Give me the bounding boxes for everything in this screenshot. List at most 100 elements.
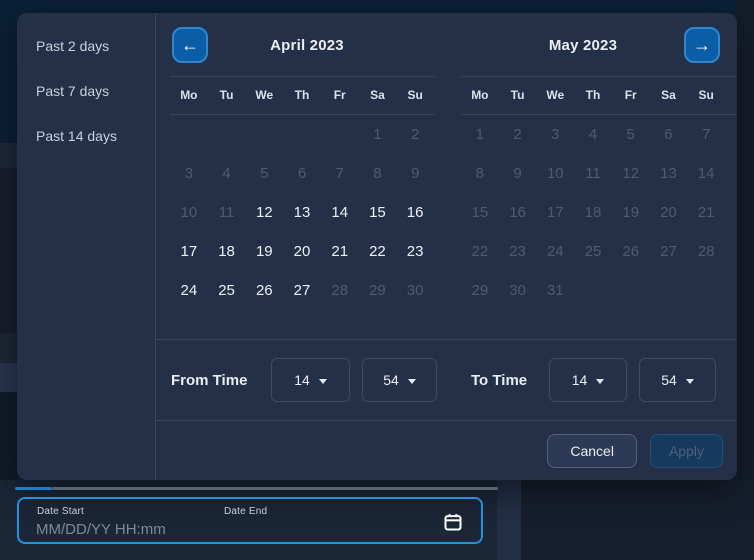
chevron-down-icon [596, 378, 605, 384]
weekday-label: Su [407, 88, 423, 102]
day-april-24[interactable]: 24 [170, 271, 208, 310]
day-may-16: 16 [509, 204, 526, 221]
day-april-19[interactable]: 19 [245, 232, 283, 271]
weekday-label: Th [294, 88, 310, 102]
day-april-9: 9 [410, 165, 420, 182]
day-may-13: 13 [660, 165, 677, 182]
page-right-margin [737, 0, 754, 480]
day-april-21[interactable]: 21 [321, 232, 359, 271]
weekday-label: Tu [510, 88, 525, 102]
preset-list: Past 2 days Past 7 days Past 14 days [17, 13, 156, 480]
day-may-17: 17 [546, 204, 564, 221]
day-april-17[interactable]: 17 [170, 232, 208, 271]
day-may-26: 26 [622, 243, 640, 260]
apply-button[interactable]: Apply [649, 433, 723, 468]
day-april-28: 28 [331, 282, 349, 299]
weekday-label: We [255, 88, 274, 102]
day-april-13[interactable]: 13 [283, 193, 321, 232]
day-may-23: 23 [509, 243, 526, 260]
date-start-input[interactable] [36, 519, 216, 539]
day-may-18: 18 [584, 204, 602, 221]
day-may-11: 11 [585, 165, 601, 182]
day-april-5: 5 [260, 165, 269, 182]
cancel-button[interactable]: Cancel [547, 433, 637, 468]
weekday-label: Fr [624, 88, 637, 102]
day-may-24: 24 [546, 243, 564, 260]
time-selection-row: From Time 14 54 To Time 14 54 [156, 339, 736, 420]
day-empty [687, 271, 725, 310]
day-april-10: 10 [180, 204, 198, 221]
day-april-27[interactable]: 27 [283, 271, 321, 310]
day-april-11: 11 [218, 204, 235, 221]
day-april-18[interactable]: 18 [208, 232, 246, 271]
day-april-30: 30 [406, 282, 424, 299]
day-april-15[interactable]: 15 [359, 193, 397, 232]
day-may-2: 2 [513, 126, 522, 143]
preset-past-2-days[interactable]: Past 2 days [36, 38, 155, 54]
calendar-icon[interactable] [443, 512, 463, 532]
day-may-22: 22 [471, 243, 489, 260]
from-time-label: From Time [171, 372, 248, 389]
day-may-21: 21 [697, 204, 715, 221]
day-may-15: 15 [471, 204, 489, 221]
day-april-25[interactable]: 25 [208, 271, 246, 310]
weekday-label: Tu [219, 88, 234, 102]
day-april-8: 8 [373, 165, 382, 182]
from-minute-value: 54 [383, 372, 399, 388]
day-may-3: 3 [551, 126, 560, 143]
day-may-14: 14 [697, 165, 715, 182]
day-empty [574, 271, 612, 310]
from-minute-select[interactable]: 54 [362, 358, 437, 402]
weekday-label: Sa [661, 88, 676, 102]
day-april-26[interactable]: 26 [245, 271, 283, 310]
preset-past-14-days[interactable]: Past 14 days [36, 128, 155, 144]
date-range-field: Date Start Date End [17, 497, 483, 544]
day-empty [170, 115, 208, 154]
calendar-month-title: April 2023 [270, 37, 344, 54]
day-may-7: 7 [701, 126, 711, 143]
calendar-grid-may: 1 2 3 4 5 6 7 8 9 10 11 12 13 14 15 16 17 18 19 20 21 22 23 24 2… [461, 115, 725, 310]
day-empty [283, 115, 321, 154]
day-may-12: 12 [622, 165, 640, 182]
day-may-25: 25 [584, 243, 602, 260]
day-april-22[interactable]: 22 [359, 232, 397, 271]
day-april-16[interactable]: 16 [396, 193, 434, 232]
day-april-6: 6 [297, 165, 307, 182]
day-april-2: 2 [410, 126, 420, 143]
day-april-3: 3 [184, 165, 194, 182]
from-hour-select[interactable]: 14 [271, 358, 350, 402]
weekday-label: Su [698, 88, 714, 102]
dialog-footer: Cancel Apply [156, 420, 736, 480]
to-hour-select[interactable]: 14 [549, 358, 627, 402]
page-background-row [0, 168, 17, 333]
day-may-28: 28 [697, 243, 715, 260]
calendar-month-title: May 2023 [548, 37, 618, 54]
date-end-input[interactable] [223, 519, 423, 539]
page-column-gap [497, 480, 521, 560]
to-time-label: To Time [471, 372, 528, 389]
weekday-label: Fr [333, 88, 346, 102]
weekday-header: Mo Tu We Th Fr Sa Su [170, 76, 435, 115]
day-may-4: 4 [588, 126, 598, 143]
to-minute-select[interactable]: 54 [639, 358, 716, 402]
page-background-row [0, 363, 17, 392]
day-april-14[interactable]: 14 [321, 193, 359, 232]
to-minute-value: 54 [661, 372, 677, 388]
day-april-20[interactable]: 20 [283, 232, 321, 271]
day-april-1: 1 [373, 126, 382, 143]
day-april-12[interactable]: 12 [245, 193, 283, 232]
weekday-header: Mo Tu We Th Fr Sa Su [461, 76, 737, 115]
to-hour-value: 14 [571, 372, 588, 388]
day-may-6: 6 [664, 126, 673, 143]
day-april-23[interactable]: 23 [396, 232, 434, 271]
day-may-27: 27 [660, 243, 677, 260]
day-april-4: 4 [222, 165, 231, 182]
page-background-row [0, 392, 17, 480]
preset-past-7-days[interactable]: Past 7 days [36, 83, 155, 99]
chevron-down-icon [407, 378, 416, 384]
page-bottom-panel [521, 480, 754, 560]
chevron-down-icon [318, 378, 327, 384]
day-empty [321, 115, 359, 154]
day-may-30: 30 [509, 282, 526, 299]
from-hour-value: 14 [294, 372, 310, 388]
